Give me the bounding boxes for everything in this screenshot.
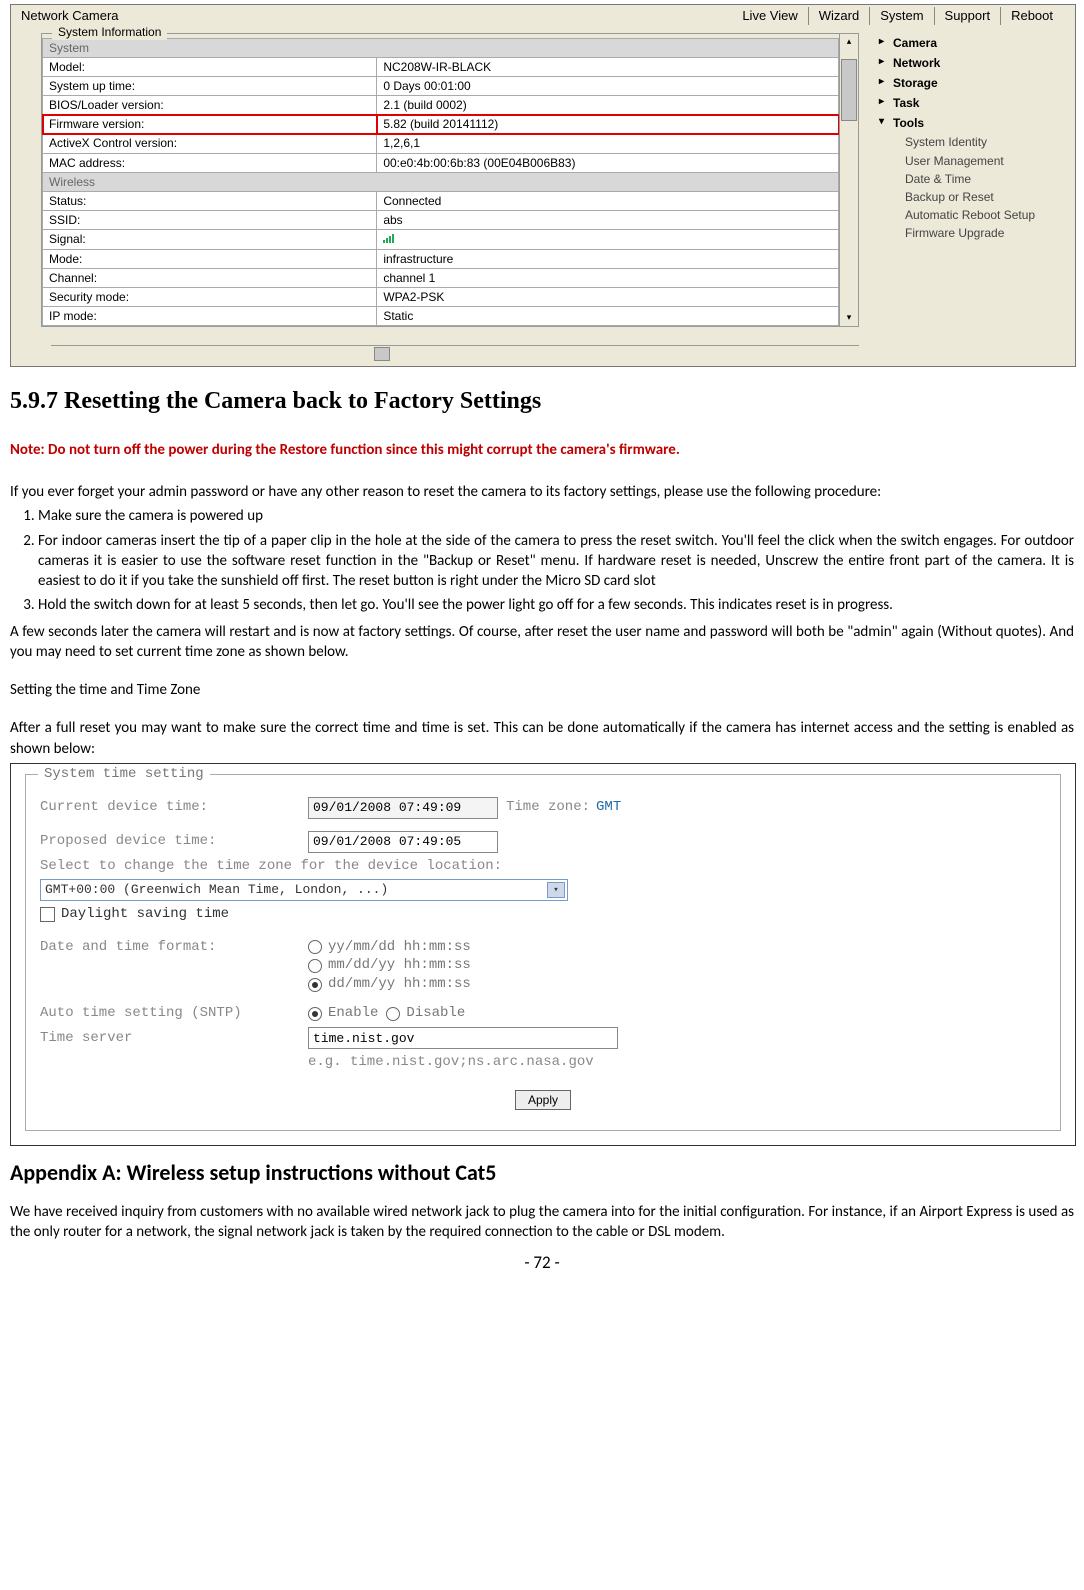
current-time-field — [308, 797, 498, 819]
vertical-scrollbar[interactable]: ▴ ▾ — [839, 34, 858, 327]
warning-note: Note: Do not turn off the power during t… — [10, 440, 1074, 460]
format-radio-2[interactable]: mm/dd/yy hh:mm:ss — [308, 956, 471, 975]
steps-list: Make sure the camera is powered up For i… — [10, 506, 1074, 615]
dst-checkbox[interactable]: Daylight saving time — [40, 905, 1046, 924]
sidebar-item-network[interactable]: Network — [879, 53, 1069, 73]
step-2: For indoor cameras insert the tip of a p… — [38, 531, 1074, 592]
appendix-body: We have received inquiry from customers … — [10, 1202, 1074, 1243]
nav-live-view[interactable]: Live View — [732, 7, 808, 25]
timezone-select[interactable]: GMT+00:00 (Greenwich Mean Time, London, … — [40, 879, 568, 901]
signal-icon — [383, 233, 394, 243]
timezone-link[interactable]: GMT — [596, 799, 621, 815]
intro-text: If you ever forget your admin password o… — [10, 482, 1074, 502]
nav-system[interactable]: System — [870, 7, 934, 25]
step-3: Hold the switch down for at least 5 seco… — [38, 595, 1074, 615]
nav-wizard[interactable]: Wizard — [809, 7, 870, 25]
horizontal-scrollbar[interactable] — [51, 345, 859, 362]
sidebar-sub-backup-reset[interactable]: Backup or Reset — [879, 188, 1069, 206]
sidebar-item-camera[interactable]: Camera — [879, 33, 1069, 53]
nav-reboot[interactable]: Reboot — [1001, 7, 1063, 25]
sidebar-sub-auto-reboot[interactable]: Automatic Reboot Setup — [879, 206, 1069, 224]
firmware-value: 5.82 (build 20141112) — [377, 115, 839, 134]
wireless-header: Wireless — [43, 172, 839, 191]
sidebar-menu: Camera Network Storage Task Tools System… — [869, 27, 1075, 249]
top-nav: Live View Wizard System Support Reboot — [732, 7, 1063, 25]
system-info-screenshot: Network Camera Live View Wizard System S… — [10, 4, 1076, 367]
time-setting-screenshot: System time setting Current device time:… — [10, 763, 1076, 1146]
sidebar-item-storage[interactable]: Storage — [879, 73, 1069, 93]
time-server-label: Time server — [40, 1029, 300, 1048]
firmware-label: Firmware version: — [43, 115, 377, 134]
sntp-label: Auto time setting (SNTP) — [40, 1004, 300, 1023]
time-legend: System time setting — [38, 765, 210, 784]
time-server-example: e.g. time.nist.gov;ns.arc.nasa.gov — [308, 1053, 594, 1072]
sidebar-item-task[interactable]: Task — [879, 93, 1069, 113]
signal-cell — [377, 230, 839, 249]
sntp-enable-radio[interactable]: Enable — [308, 1004, 378, 1023]
format-radio-3[interactable]: dd/mm/yy hh:mm:ss — [308, 975, 471, 994]
sidebar-sub-date-time[interactable]: Date & Time — [879, 170, 1069, 188]
sidebar-item-tools[interactable]: Tools — [879, 113, 1069, 133]
current-time-label: Current device time: — [40, 798, 300, 817]
select-tz-label: Select to change the time zone for the d… — [40, 857, 1046, 876]
tz-body: After a full reset you may want to make … — [10, 718, 1074, 759]
system-header: System — [43, 38, 839, 57]
proposed-time-field[interactable] — [308, 831, 498, 853]
sidebar-sub-user-mgmt[interactable]: User Management — [879, 152, 1069, 170]
date-format-label: Date and time format: — [40, 938, 300, 957]
sidebar-sub-firmware[interactable]: Firmware Upgrade — [879, 224, 1069, 242]
time-server-field[interactable] — [308, 1027, 618, 1049]
sidebar-sub-system-identity[interactable]: System Identity — [879, 133, 1069, 151]
panel-legend: System Information — [52, 24, 167, 40]
window-title: Network Camera — [21, 7, 119, 25]
sntp-disable-radio[interactable]: Disable — [386, 1004, 465, 1023]
step-1: Make sure the camera is powered up — [38, 506, 1074, 526]
chevron-down-icon: ▾ — [547, 882, 565, 898]
checkbox-icon — [40, 907, 55, 922]
proposed-time-label: Proposed device time: — [40, 832, 300, 851]
heading-597: 5.9.7 Resetting the Camera back to Facto… — [10, 385, 1074, 417]
format-radio-1[interactable]: yy/mm/dd hh:mm:ss — [308, 938, 471, 957]
page-number: - 72 - — [10, 1252, 1074, 1275]
apply-button[interactable]: Apply — [515, 1090, 571, 1110]
tz-heading: Setting the time and Time Zone — [10, 680, 1074, 700]
nav-support[interactable]: Support — [935, 7, 1002, 25]
after-reset-text: A few seconds later the camera will rest… — [10, 622, 1074, 663]
appendix-heading: Appendix A: Wireless setup instructions … — [10, 1158, 1074, 1188]
system-info-table: System Model:NC208W-IR-BLACK System up t… — [42, 38, 839, 327]
